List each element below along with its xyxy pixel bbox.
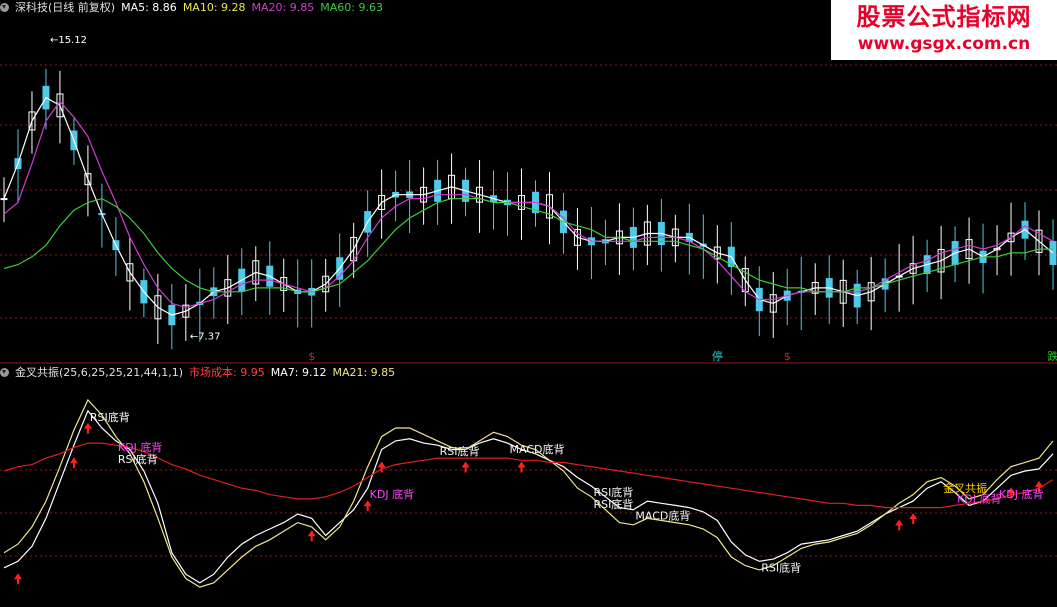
- buy-arrow-icon: [461, 461, 470, 473]
- candle-body: [0, 198, 8, 201]
- buy-arrow-icon: [363, 500, 372, 512]
- indicator-panel[interactable]: RSI底背KDJ 底背RSI底背KDJ 底背RSI底背 MACD底背RSI底背RS…: [3, 398, 1054, 588]
- signal-label: RSI底背: [440, 444, 480, 458]
- signal-label: KDJ 底背: [118, 440, 162, 454]
- signal-label: MACD底背: [635, 509, 690, 523]
- event-marker: $: [784, 350, 791, 363]
- indicator-title: 金叉共振(25,6,25,25,21,44,1,1): [15, 366, 184, 379]
- signal-label: RSI底背: [90, 410, 130, 424]
- event-marker: 停: [712, 349, 723, 363]
- series-line-ma5: [3, 96, 1054, 316]
- buy-arrow-icon: [895, 519, 904, 531]
- ma21-readout: MA21: 9.85: [332, 366, 396, 379]
- high-price-label: ←15.12: [50, 35, 87, 46]
- event-marker: 跌: [1048, 349, 1057, 363]
- buy-arrow-icon: [13, 573, 22, 585]
- signal-label: RSI底背: [118, 452, 158, 466]
- watermark-url: www.gsgx.com.cn: [857, 34, 1031, 54]
- signal-label: RSI底背: [593, 485, 633, 499]
- ma7-readout: MA7: 9.12: [270, 366, 327, 379]
- signal-label: KDJ 底背: [370, 487, 414, 501]
- ma10-readout: MA10: 9.28: [182, 1, 246, 14]
- buy-arrow-icon: [307, 530, 316, 542]
- stock-title: 深科技(日线 前复权): [15, 1, 116, 14]
- ma60-readout: MA60: 9.63: [320, 1, 383, 14]
- ma5-readout: MA5: 8.86: [121, 1, 177, 14]
- series-line-ma21: [3, 398, 1054, 588]
- series-line-ma7: [3, 409, 1054, 584]
- price-panel[interactable]: ←15.12 ←7.37 $ 停 $ 跌: [0, 35, 1057, 363]
- cost-readout: 市场成本: 9.95: [189, 366, 265, 379]
- grid-lines: [0, 64, 1057, 557]
- signal-label: MACD底背: [510, 442, 565, 456]
- low-price-label: ←7.37: [190, 332, 221, 343]
- buy-arrow-icon: [517, 461, 526, 473]
- signal-label: RSI底背: [761, 560, 801, 574]
- candle-body: [1049, 240, 1057, 265]
- event-marker: $: [308, 350, 315, 363]
- buy-arrow-icon: [909, 513, 918, 525]
- collapse-icon[interactable]: [0, 3, 9, 12]
- site-watermark: 股票公式指标网 www.gsgx.com.cn: [831, 0, 1057, 60]
- ma20-readout: MA20: 9.85: [251, 1, 315, 14]
- buy-arrow-icon: [69, 457, 78, 469]
- watermark-title: 股票公式指标网: [856, 3, 1032, 31]
- collapse-icon[interactable]: [0, 368, 9, 377]
- signal-label: RSI底背: [593, 497, 633, 511]
- price-panel-header: 深科技(日线 前复权) MA5: 8.86 MA10: 9.28 MA20: 9.85…: [0, 0, 389, 16]
- buy-arrow-icon: [83, 422, 92, 434]
- signal-label: KDJ 底背: [999, 487, 1043, 501]
- chart-canvas: ←15.12←7.37$ 停 $ 跌 RSI底背KDJ 底背RSI底背KDJ 底背RS…: [0, 35, 1057, 588]
- signal-label: KDJ 底背: [957, 492, 1001, 506]
- indicator-panel-header: 金叉共振(25,6,25,25,21,44,1,1) 市场成本: 9.95 MA7:…: [0, 365, 401, 381]
